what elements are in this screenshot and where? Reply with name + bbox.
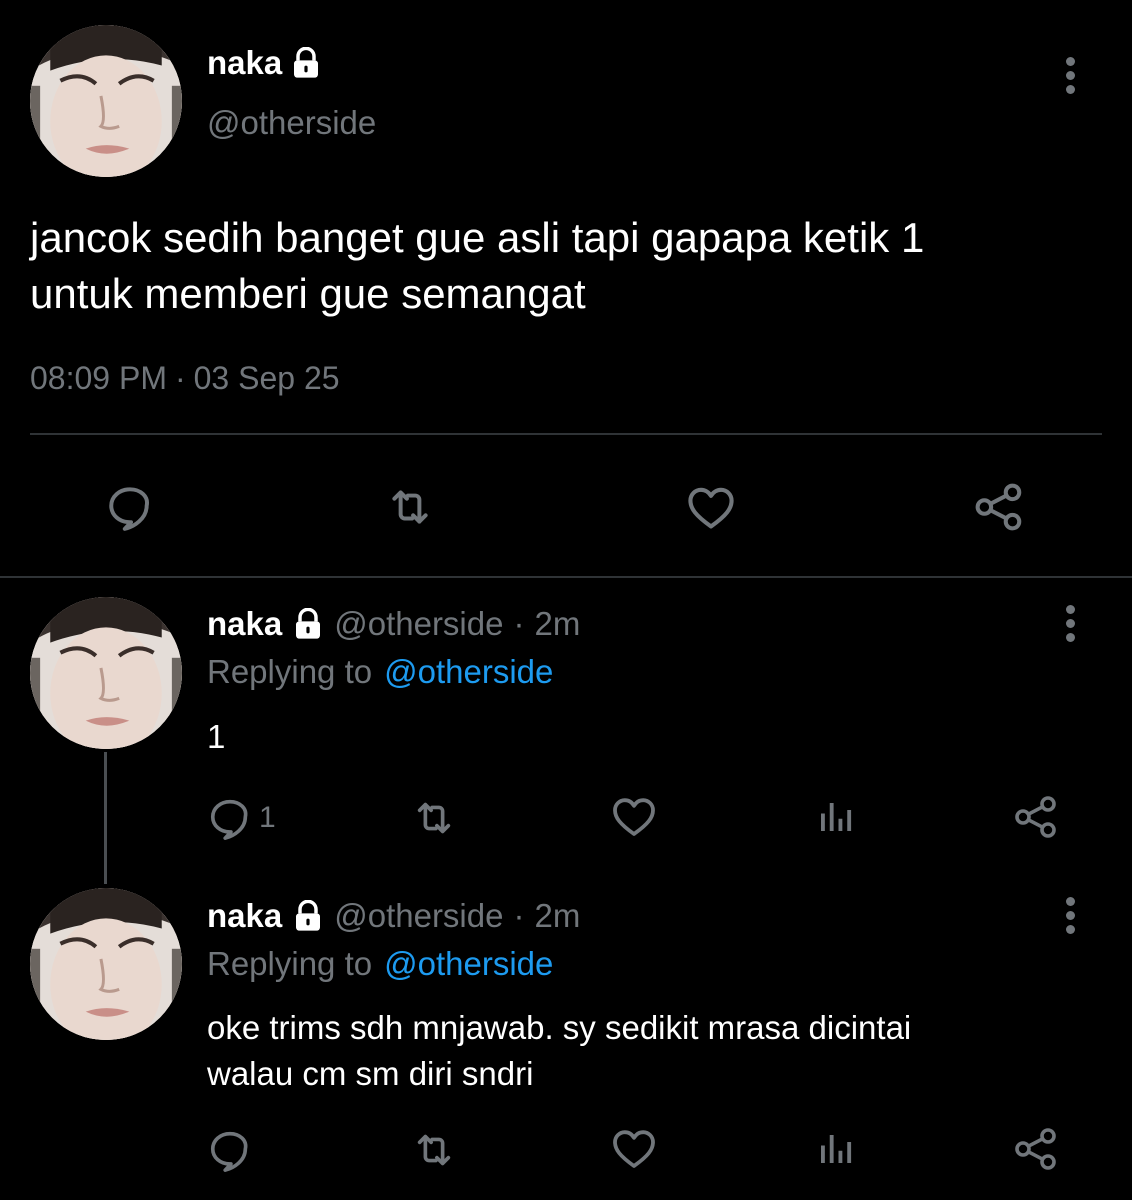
tweet-text-line: untuk memberi gue semangat bbox=[30, 270, 586, 317]
heart-icon bbox=[683, 482, 739, 534]
handle[interactable]: @otherside bbox=[334, 605, 503, 643]
reply-icon bbox=[105, 482, 155, 532]
display-name[interactable]: naka bbox=[207, 897, 282, 935]
retweet-button[interactable] bbox=[410, 795, 458, 841]
lock-icon bbox=[292, 608, 324, 640]
replying-to-label: Replying to bbox=[207, 653, 373, 690]
thread-line bbox=[104, 752, 107, 884]
retweet-button[interactable] bbox=[410, 1127, 458, 1173]
analytics-icon bbox=[814, 1128, 856, 1170]
display-name[interactable]: naka bbox=[207, 44, 282, 82]
retweet-icon bbox=[410, 795, 458, 841]
reply-author-row: naka @otherside · 2m bbox=[207, 605, 580, 643]
retweet-button[interactable] bbox=[385, 482, 435, 532]
separator-dot: · bbox=[513, 897, 525, 934]
display-name[interactable]: naka bbox=[207, 605, 282, 643]
reply-text-line: 1 bbox=[207, 718, 226, 755]
replying-to-handle[interactable]: @otherside bbox=[384, 653, 553, 691]
lock-icon bbox=[290, 47, 322, 79]
share-button[interactable] bbox=[1012, 793, 1060, 841]
reply-age: 2m bbox=[534, 897, 581, 934]
tweet-text: jancok sedih banget gue asli tapi gapapa… bbox=[30, 210, 924, 322]
reply-age: 2m bbox=[534, 605, 581, 642]
main-author-row: naka bbox=[207, 44, 322, 82]
divider bbox=[30, 433, 1102, 435]
retweet-icon bbox=[410, 1127, 458, 1173]
tweet-time: 08:09 PM bbox=[30, 360, 167, 396]
share-icon bbox=[972, 480, 1026, 534]
avatar[interactable] bbox=[30, 888, 182, 1040]
share-icon bbox=[1012, 1125, 1060, 1173]
reply-count: 1 bbox=[259, 801, 276, 834]
reply-button[interactable] bbox=[105, 482, 155, 532]
separator-dot: · bbox=[513, 605, 525, 642]
reply-author-row: naka @otherside · 2m bbox=[207, 897, 580, 935]
like-button[interactable] bbox=[683, 482, 739, 534]
avatar[interactable] bbox=[30, 597, 182, 749]
analytics-button[interactable] bbox=[814, 1128, 856, 1170]
more-vertical-icon[interactable] bbox=[1065, 605, 1075, 642]
more-vertical-icon[interactable] bbox=[1065, 897, 1075, 934]
replying-to-handle[interactable]: @otherside bbox=[384, 945, 553, 983]
like-button[interactable] bbox=[610, 1125, 658, 1173]
analytics-button[interactable] bbox=[814, 796, 856, 838]
reply-text: 1 bbox=[207, 714, 225, 759]
more-vertical-icon[interactable] bbox=[1065, 57, 1075, 94]
timestamp[interactable]: 08:09 PM · 03 Sep 25 bbox=[30, 360, 340, 397]
handle[interactable]: @otherside bbox=[334, 897, 503, 935]
like-button[interactable] bbox=[610, 793, 658, 841]
share-button[interactable] bbox=[1012, 1125, 1060, 1173]
retweet-icon bbox=[385, 482, 435, 532]
reply-text: oke trims sdh mnjawab. sy sedikit mrasa … bbox=[207, 1005, 911, 1097]
share-icon bbox=[1012, 793, 1060, 841]
replying-to: Replying to @otherside bbox=[207, 653, 553, 691]
lock-icon bbox=[292, 900, 324, 932]
handle[interactable]: @otherside bbox=[207, 104, 376, 142]
section-divider bbox=[0, 576, 1132, 578]
replying-to-label: Replying to bbox=[207, 945, 373, 982]
reply-text-line: oke trims sdh mnjawab. sy sedikit mrasa … bbox=[207, 1009, 912, 1046]
separator-dot: · bbox=[174, 360, 186, 396]
reply-icon bbox=[207, 795, 253, 841]
heart-icon bbox=[610, 1125, 658, 1173]
reply-icon bbox=[207, 1127, 253, 1173]
share-button[interactable] bbox=[972, 480, 1026, 534]
reply-button[interactable]: 1 bbox=[207, 795, 276, 841]
analytics-icon bbox=[814, 796, 856, 838]
avatar[interactable] bbox=[30, 25, 182, 177]
reply-button[interactable] bbox=[207, 1127, 253, 1173]
replying-to: Replying to @otherside bbox=[207, 945, 553, 983]
heart-icon bbox=[610, 793, 658, 841]
reply-text-line: walau cm sm diri sndri bbox=[207, 1055, 534, 1092]
tweet-text-line: jancok sedih banget gue asli tapi gapapa… bbox=[30, 214, 925, 261]
tweet-date: 03 Sep 25 bbox=[193, 360, 340, 396]
